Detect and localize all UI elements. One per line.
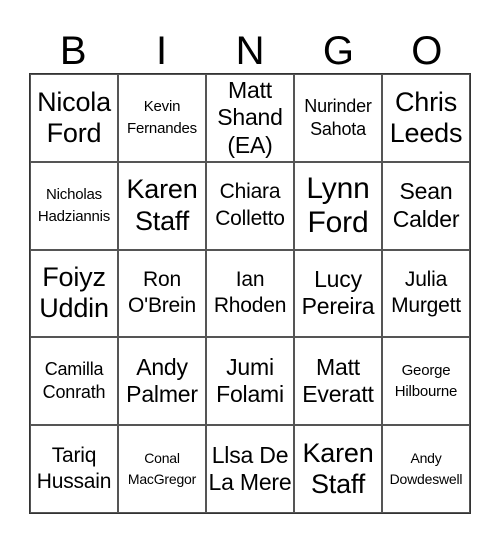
bingo-header: B I N G O xyxy=(29,28,471,74)
bingo-cell[interactable]: Foiyz Uddin xyxy=(30,249,118,338)
bingo-cell[interactable]: Ron O'Brein xyxy=(118,249,206,338)
bingo-cell[interactable]: Andy Palmer xyxy=(118,337,206,426)
bingo-cell[interactable]: Chiara Colletto xyxy=(206,161,294,250)
bingo-cell[interactable]: Chris Leeds xyxy=(382,74,470,162)
bingo-grid: Nicola Ford Kevin Fernandes Matt Shand (… xyxy=(29,73,471,514)
bingo-cell[interactable]: Matt Everatt xyxy=(294,337,382,426)
header-letter-o: O xyxy=(411,29,443,73)
bingo-cell[interactable]: Nicola Ford xyxy=(30,74,118,162)
header-letter-i: I xyxy=(156,29,168,73)
bingo-cell[interactable]: Lynn Ford xyxy=(294,161,382,250)
bingo-cell[interactable]: Karen Staff xyxy=(294,425,382,513)
bingo-cell[interactable]: Ian Rhoden xyxy=(206,249,294,338)
bingo-cell[interactable]: Tariq Hussain xyxy=(30,425,118,513)
bingo-cell[interactable]: Kevin Fernandes xyxy=(118,74,206,162)
bingo-cell[interactable]: Llsa De La Mere xyxy=(206,425,294,513)
bingo-cell[interactable]: Nurinder Sahota xyxy=(294,74,382,162)
bingo-cell[interactable]: Lucy Pereira xyxy=(294,249,382,338)
header-letter-n: N xyxy=(235,29,265,73)
bingo-cell[interactable]: George Hilbourne xyxy=(382,337,470,426)
bingo-cell[interactable]: Jumi Folami xyxy=(206,337,294,426)
bingo-cell[interactable]: Nicholas Hadziannis xyxy=(30,161,118,250)
bingo-cell[interactable]: Karen Staff xyxy=(118,161,206,250)
bingo-cell[interactable]: Matt Shand (EA) xyxy=(206,74,294,162)
bingo-cell[interactable]: Sean Calder xyxy=(382,161,470,250)
header-letter-b: B xyxy=(59,29,87,73)
bingo-cell[interactable]: Julia Murgett xyxy=(382,249,470,338)
header-letter-g: G xyxy=(322,29,354,73)
bingo-cell[interactable]: Camilla Conrath xyxy=(30,337,118,426)
bingo-cell[interactable]: Andy Dowdeswell xyxy=(382,425,470,513)
bingo-cell[interactable]: Conal MacGregor xyxy=(118,425,206,513)
